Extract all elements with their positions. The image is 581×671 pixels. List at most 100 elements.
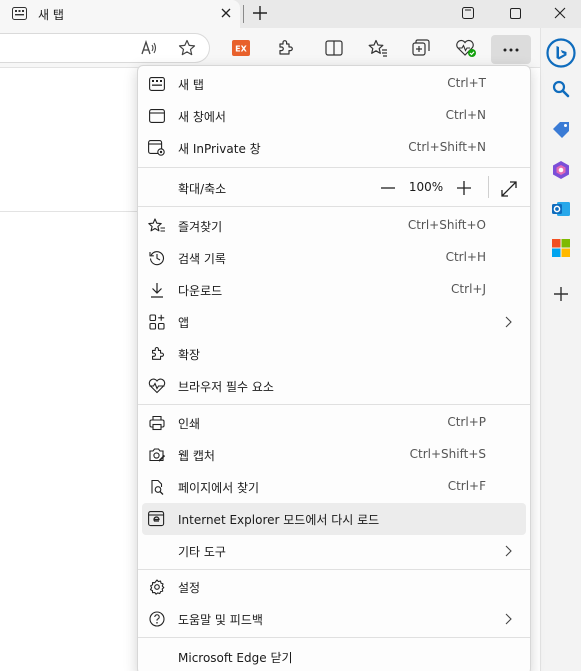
- menu-separator: [138, 637, 530, 638]
- favorites-icon: [148, 217, 166, 235]
- menu-separator: [138, 206, 530, 207]
- read-aloud-icon[interactable]: [137, 36, 161, 60]
- outlook-icon[interactable]: [548, 196, 574, 222]
- new-tab-favicon-icon: [12, 7, 27, 20]
- menu-item-ie-mode[interactable]: Internet Explorer 모드에서 다시 로드: [142, 503, 526, 535]
- menu-item-help-feedback[interactable]: 도움말 및 피드백: [138, 603, 530, 635]
- menu-item-label: 다운로드: [178, 284, 223, 298]
- menu-item-apps[interactable]: 앱: [138, 306, 530, 338]
- zoom-divider: [488, 176, 489, 198]
- close-window-icon[interactable]: [540, 0, 580, 26]
- menu-item-label: Microsoft Edge 닫기: [178, 651, 293, 665]
- menu-item-shortcut: Ctrl+T: [447, 76, 486, 90]
- menu-item-extensions[interactable]: 확장: [138, 338, 530, 370]
- menu-item-shortcut: Ctrl+Shift+O: [407, 218, 486, 232]
- browser-essentials-icon[interactable]: [454, 36, 478, 60]
- zoom-out-icon[interactable]: [378, 178, 398, 198]
- shopping-tag-icon[interactable]: [548, 117, 574, 143]
- menu-item-label: 앱: [178, 316, 190, 330]
- menu-item-shortcut: Ctrl+J: [451, 282, 486, 296]
- menu-item-label: 검색 기록: [178, 252, 226, 266]
- chevron-right-icon: [500, 313, 516, 331]
- menu-item-shortcut: Ctrl+Shift+N: [408, 140, 486, 154]
- office-apps-icon[interactable]: [548, 235, 574, 261]
- gear-icon: [148, 578, 166, 596]
- heart-pulse-icon: [148, 377, 166, 395]
- bing-chat-icon[interactable]: [545, 37, 577, 69]
- find-page-icon: [148, 478, 166, 496]
- menu-item-new-window[interactable]: 새 창에서 Ctrl+N: [138, 100, 530, 132]
- settings-and-more-button[interactable]: [491, 35, 531, 64]
- favorite-star-icon[interactable]: [175, 36, 199, 60]
- menu-item-label: 도움말 및 피드백: [178, 613, 263, 627]
- tab-divider: [243, 5, 244, 23]
- favorites-list-icon[interactable]: [366, 36, 390, 60]
- menu-item-label: 설정: [178, 581, 201, 595]
- menu-item-label: 기타 도구: [178, 545, 226, 559]
- fullscreen-icon[interactable]: [498, 178, 520, 200]
- menu-item-label: 새 창에서: [178, 110, 226, 124]
- new-tab-icon: [148, 75, 166, 93]
- tab-new-tab[interactable]: 새 탭: [0, 0, 240, 28]
- menu-item-label: 새 탭: [178, 78, 204, 92]
- menu-item-favorites[interactable]: 즐겨찾기 Ctrl+Shift+O: [138, 210, 530, 242]
- menu-item-settings[interactable]: 설정: [138, 571, 530, 603]
- menu-item-shortcut: Ctrl+F: [447, 479, 486, 493]
- menu-separator: [138, 569, 530, 570]
- menu-item-new-inprivate[interactable]: 새 InPrivate 창 Ctrl+Shift+N: [138, 132, 530, 164]
- menu-item-print[interactable]: 인쇄 Ctrl+P: [138, 407, 530, 439]
- menu-item-label: 인쇄: [178, 417, 201, 431]
- extension-ex-icon[interactable]: EX: [229, 36, 253, 60]
- tab-close-icon[interactable]: [217, 4, 235, 22]
- collections-icon[interactable]: [410, 36, 434, 60]
- menu-item-web-capture[interactable]: 웹 캡처 Ctrl+Shift+S: [138, 439, 530, 471]
- chevron-right-icon: [500, 542, 516, 560]
- new-tab-plus-icon[interactable]: [250, 3, 270, 23]
- inprivate-icon: [148, 139, 166, 157]
- menu-item-label: 확장: [178, 348, 201, 362]
- apps-icon: [148, 313, 166, 331]
- history-icon: [148, 249, 166, 267]
- window-restore-icon[interactable]: [448, 0, 488, 26]
- menu-item-zoom: 확대/축소 100%: [138, 170, 530, 204]
- web-capture-icon: [148, 446, 166, 464]
- menu-item-label: 웹 캡처: [178, 449, 215, 463]
- menu-item-shortcut: Ctrl+H: [445, 250, 486, 264]
- microsoft-365-icon[interactable]: [548, 157, 574, 183]
- extension-badge-text: EX: [235, 45, 247, 54]
- new-window-icon: [148, 107, 166, 125]
- menu-separator: [138, 404, 530, 405]
- menu-item-label: 즐겨찾기: [178, 220, 223, 234]
- menu-item-label: 브라우저 필수 요소: [178, 380, 274, 394]
- menu-item-more-tools[interactable]: 기타 도구: [138, 535, 530, 567]
- help-icon: [148, 610, 166, 628]
- add-sidebar-app-icon[interactable]: [548, 281, 574, 307]
- maximize-icon[interactable]: [495, 0, 535, 26]
- extensions-puzzle-icon[interactable]: [273, 36, 297, 60]
- menu-item-history[interactable]: 검색 기록 Ctrl+H: [138, 242, 530, 274]
- chevron-right-icon: [500, 610, 516, 628]
- search-icon[interactable]: [548, 76, 574, 102]
- ie-mode-icon: [148, 510, 166, 528]
- toolbar: EX: [0, 28, 540, 68]
- extensions-icon: [148, 345, 166, 363]
- menu-item-find-in-page[interactable]: 페이지에서 찾기 Ctrl+F: [138, 471, 530, 503]
- printer-icon: [148, 414, 166, 432]
- menu-separator: [138, 167, 530, 168]
- sidebar: [540, 28, 581, 671]
- menu-item-shortcut: Ctrl+N: [445, 108, 486, 122]
- menu-item-close-edge[interactable]: Microsoft Edge 닫기: [138, 641, 530, 671]
- zoom-in-icon[interactable]: [454, 178, 474, 198]
- tab-strip: 새 탭: [0, 0, 581, 28]
- zoom-level: 100%: [408, 180, 444, 194]
- menu-item-label: Internet Explorer 모드에서 다시 로드: [178, 513, 380, 527]
- menu-item-downloads[interactable]: 다운로드 Ctrl+J: [138, 274, 530, 306]
- menu-item-shortcut: Ctrl+P: [447, 415, 486, 429]
- split-screen-icon[interactable]: [322, 36, 346, 60]
- menu-item-label: 페이지에서 찾기: [178, 481, 260, 495]
- menu-item-label: 새 InPrivate 창: [178, 142, 261, 156]
- menu-item-browser-essentials[interactable]: 브라우저 필수 요소: [138, 370, 530, 402]
- download-icon: [148, 281, 166, 299]
- menu-item-shortcut: Ctrl+Shift+S: [409, 447, 486, 461]
- menu-item-new-tab[interactable]: 새 탭 Ctrl+T: [138, 68, 530, 100]
